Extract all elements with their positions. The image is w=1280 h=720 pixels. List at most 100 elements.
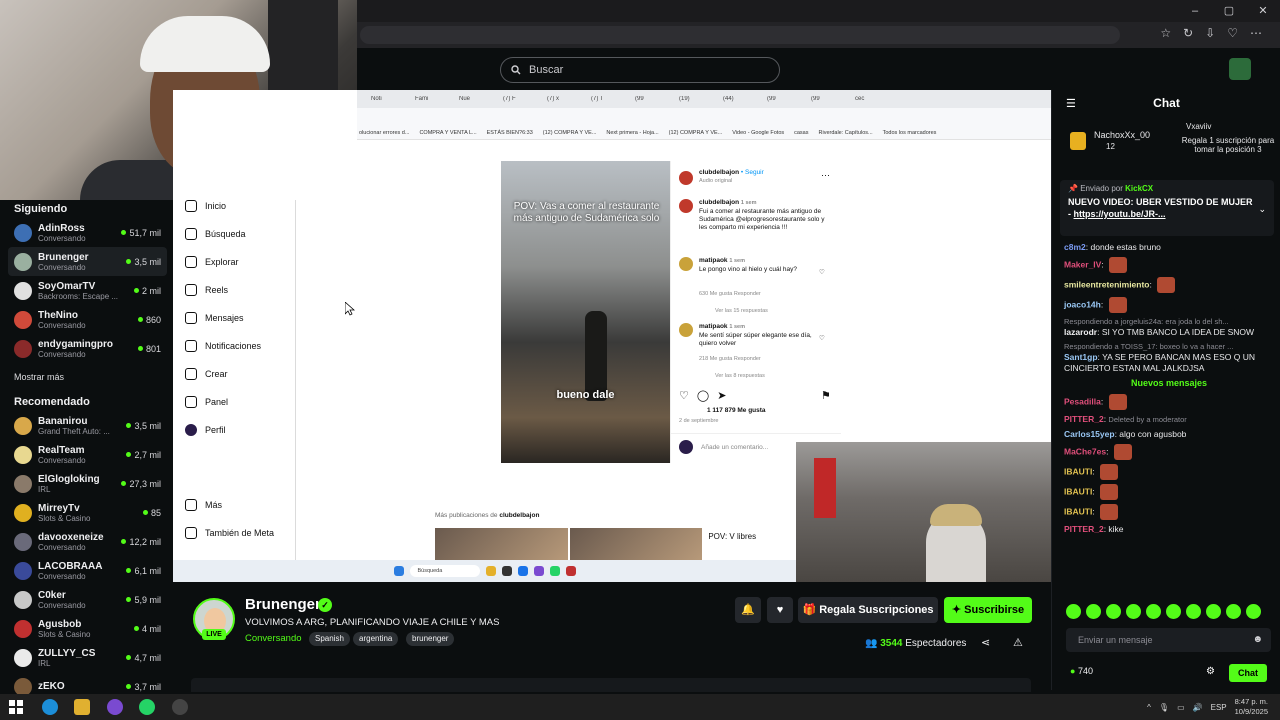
minimize-button[interactable]: – (1178, 0, 1212, 22)
quick-emote-icon[interactable] (1206, 604, 1221, 619)
sidebar-channel-bananirou[interactable]: Bananirou Grand Theft Auto: ... 3,5 mil (14, 411, 161, 440)
chat-username[interactable]: Pesadilla (1064, 396, 1101, 406)
chat-username[interactable]: IBAUTI (1064, 486, 1092, 496)
ig-nav-messages[interactable]: Mensajes (185, 312, 244, 324)
chat-username[interactable]: PITTER_2 (1064, 524, 1104, 534)
volume-icon[interactable]: 🔊 (1193, 703, 1203, 712)
quick-emote-icon[interactable] (1226, 604, 1241, 619)
sidebar-channel-zullyycs[interactable]: ZULLYY_CS IRL 4,7 mil (14, 643, 161, 672)
network-icon[interactable]: ▭ (1177, 703, 1185, 712)
share-icon[interactable]: ⋖ (981, 636, 990, 649)
downloads-icon[interactable]: ⇩ (1205, 26, 1215, 40)
ig-nav-home[interactable]: Inicio (185, 200, 226, 212)
sidebar-channel-agusbob[interactable]: Agusbob Slots & Casino 4 mil (14, 614, 161, 643)
chat-username[interactable]: joaco14h (1064, 299, 1101, 309)
view-replies-link[interactable]: Ver las 8 respuestas (715, 373, 765, 379)
quick-emote-icon[interactable] (1186, 604, 1201, 619)
sidebar-channel-c0ker[interactable]: C0ker Conversando 5,9 mil (14, 585, 161, 614)
like-comment-icon[interactable]: ♡ (819, 335, 825, 343)
close-window-button[interactable]: ✕ (1246, 0, 1280, 22)
chat-message-input[interactable]: Enviar un mensaje ☻ (1066, 628, 1271, 652)
add-comment-input[interactable]: Añade un comentario... (701, 444, 768, 451)
stream-category[interactable]: Conversando (245, 633, 302, 644)
sidebar-channel-endygamingpro[interactable]: endygamingpro Conversando 801 (14, 334, 161, 363)
ig-nav-reels[interactable]: Reels (185, 284, 228, 296)
comment-icon[interactable]: ◯ (697, 389, 709, 402)
chat-username[interactable]: Carlos15yep (1064, 429, 1115, 439)
quick-emote-icon[interactable] (1166, 604, 1181, 619)
post-options-icon[interactable]: ⋯ (821, 170, 830, 181)
chat-username[interactable]: lazarodr (1064, 327, 1097, 337)
channel-points[interactable]: ● 740 (1070, 666, 1093, 676)
ig-nav-search[interactable]: Búsqueda (185, 228, 246, 240)
sidebar-channel-mirreytv[interactable]: MirreyTv Slots & Casino 85 (14, 498, 161, 527)
refresh-icon[interactable]: ↻ (1183, 26, 1193, 40)
like-icon[interactable]: ♡ (679, 389, 689, 402)
sidebar-channel-adinross[interactable]: AdinRoss Conversando 51,7 mil (14, 218, 161, 247)
chat-username[interactable]: IBAUTI (1064, 506, 1092, 516)
send-chat-button[interactable]: Chat (1229, 664, 1267, 682)
quick-emote-icon[interactable] (1106, 604, 1121, 619)
notifications-button[interactable]: 🔔 (735, 597, 761, 623)
streamer-name[interactable]: Brunenger (245, 596, 321, 613)
edge-browser-icon[interactable] (42, 699, 58, 715)
chat-username[interactable]: MaChe7es (1064, 446, 1106, 456)
chat-username[interactable]: PITTER_2 (1064, 414, 1104, 424)
new-messages-divider[interactable]: Nuevos mensajes (1064, 378, 1274, 388)
maximize-button[interactable]: ▢ (1212, 0, 1246, 22)
chat-username[interactable]: smileentretenimiento (1064, 279, 1150, 289)
chat-username[interactable]: c8m2 (1064, 242, 1086, 252)
follow-button[interactable]: ♥ (767, 597, 793, 623)
ig-nav-also-meta[interactable]: También de Meta (185, 527, 274, 539)
expand-pinned-icon[interactable]: ⌄ (1258, 204, 1266, 215)
tag-spanish[interactable]: Spanish (309, 632, 350, 646)
ig-nav-create[interactable]: Crear (185, 368, 228, 380)
microphone-icon[interactable]: 🎙 (1159, 703, 1169, 712)
whatsapp-icon[interactable] (139, 699, 155, 715)
sidebar-channel-zeko[interactable]: zEKO 3,7 mil (14, 672, 161, 695)
user-avatar[interactable] (1229, 58, 1251, 80)
quick-emote-icon[interactable] (1066, 604, 1081, 619)
view-replies-link[interactable]: Ver las 15 respuestas (715, 308, 768, 314)
sidebar-channel-thenino[interactable]: TheNino Conversando 860 (14, 305, 161, 334)
chat-username[interactable]: IBAUTI (1064, 466, 1092, 476)
chat-username[interactable]: Maker_IV (1064, 259, 1101, 269)
browser-menu-icon[interactable]: ⋯ (1250, 26, 1262, 40)
ig-nav-explore[interactable]: Explorar (185, 256, 239, 268)
sidebar-channel-elglogloking[interactable]: ElGlogloking IRL 27,3 mil (14, 469, 161, 498)
tag-brunenger[interactable]: brunenger (406, 632, 455, 646)
stream-video[interactable]: Noti Fami Nue (7) F (7) x (7) T (99 (19) (44) (99… (173, 90, 1051, 582)
ig-nav-notifications[interactable]: Notificaciones (185, 340, 261, 352)
collections-icon[interactable]: ♡ (1227, 26, 1238, 40)
ig-nav-dashboard[interactable]: Panel (185, 396, 228, 408)
tray-chevron-icon[interactable]: ^ (1147, 703, 1151, 712)
save-icon[interactable]: ⚑ (821, 389, 831, 402)
sidebar-channel-davooxeneize[interactable]: davooxeneize Conversando 12,2 mil (14, 527, 161, 556)
show-more-link[interactable]: Mostrar más (14, 367, 161, 387)
favorite-icon[interactable]: ☆ (1160, 26, 1171, 40)
share-icon[interactable]: ➤ (717, 389, 726, 402)
app-icon[interactable] (172, 699, 188, 715)
chat-settings-gear-icon[interactable]: ⚙ (1206, 666, 1215, 677)
like-comment-icon[interactable]: ♡ (819, 269, 825, 277)
quick-emote-icon[interactable] (1126, 604, 1141, 619)
gift-subscriptions-button[interactable]: 🎁 Regala Suscripciones (798, 597, 938, 623)
sidebar-channel-realteam[interactable]: RealTeam Conversando 2,7 mil (14, 440, 161, 469)
windows-start-icon[interactable] (8, 699, 24, 715)
address-bar[interactable] (360, 26, 1120, 44)
quick-emote-icon[interactable] (1246, 604, 1261, 619)
clock[interactable]: 8:47 p. m. 10/9/2025 (1235, 697, 1268, 717)
sidebar-channel-soyomartv[interactable]: SoyOmarTV Backrooms: Escape ... 2 mil (14, 276, 161, 305)
tag-argentina[interactable]: argentina (353, 632, 399, 646)
emoji-icon[interactable]: ☻ (1252, 628, 1263, 652)
report-icon[interactable]: ⚠ (1013, 636, 1023, 649)
language-indicator[interactable]: ESP (1211, 703, 1227, 712)
app-icon[interactable] (107, 699, 123, 715)
subscribe-button[interactable]: ✦ Suscribirse (944, 597, 1032, 623)
sidebar-channel-brunenger[interactable]: Brunenger Conversando 3,5 mil (8, 247, 167, 276)
quick-emote-icon[interactable] (1086, 604, 1101, 619)
ig-nav-more[interactable]: Más (185, 499, 222, 511)
search-input[interactable]: Buscar (500, 57, 780, 83)
chat-username[interactable]: Sant1gp (1064, 352, 1098, 362)
sidebar-channel-lacobraaa[interactable]: LACOBRAAA Conversando 6,1 mil (14, 556, 161, 585)
